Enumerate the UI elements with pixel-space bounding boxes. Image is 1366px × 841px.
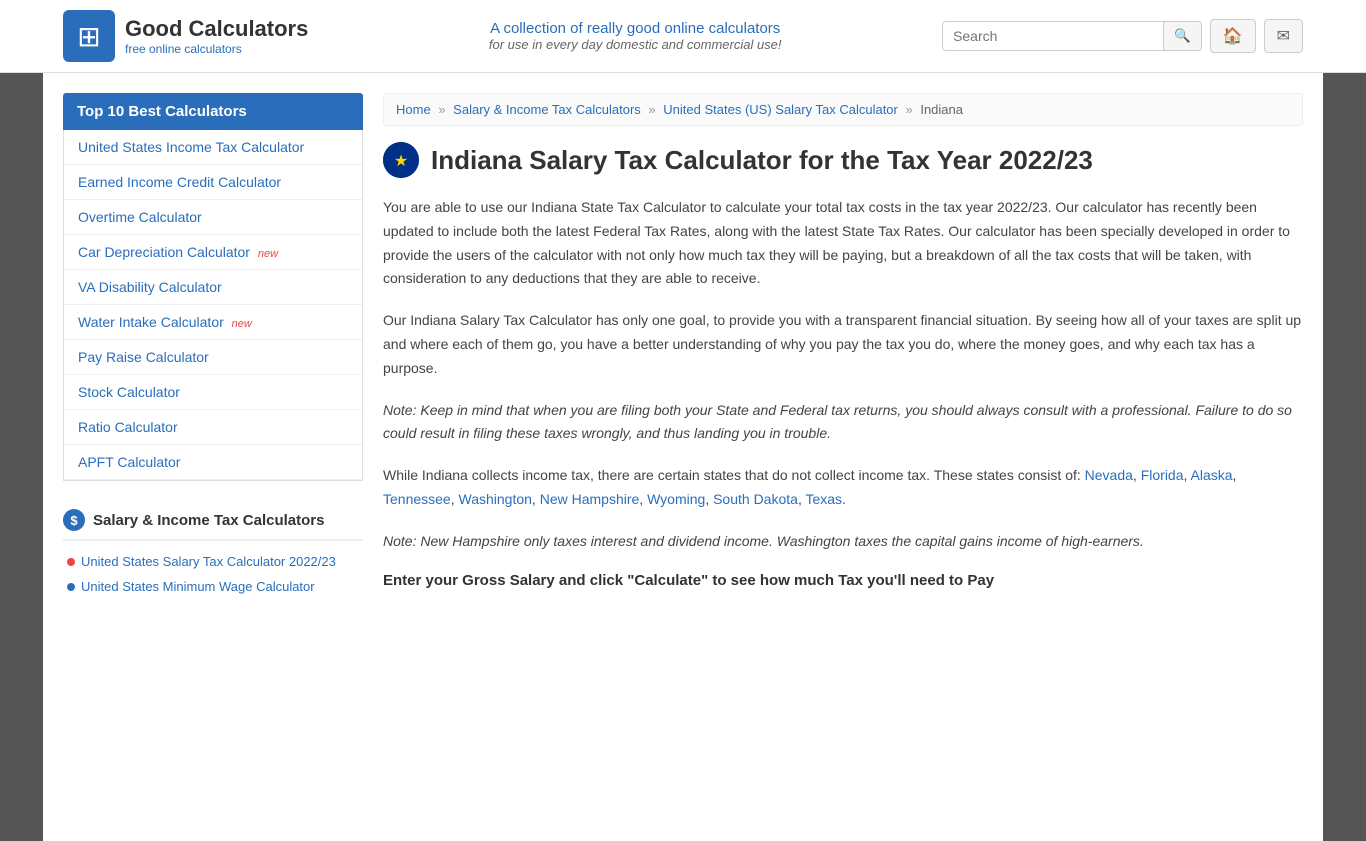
breadcrumb-sep-2: » xyxy=(648,102,655,117)
state-link-texas[interactable]: Texas xyxy=(805,491,842,507)
note2: Note: New Hampshire only taxes interest … xyxy=(383,530,1303,554)
page-title: Indiana Salary Tax Calculator for the Ta… xyxy=(431,145,1093,176)
logo-text: Good Calculators free online calculators xyxy=(125,16,308,56)
breadcrumb-us-salary[interactable]: United States (US) Salary Tax Calculator xyxy=(663,102,898,117)
sidebar-sublist: United States Salary Tax Calculator 2022… xyxy=(63,549,363,599)
para1: You are able to use our Indiana State Ta… xyxy=(383,196,1303,291)
breadcrumb-sep-1: » xyxy=(438,102,445,117)
sidebar-sublist-link-2[interactable]: United States Minimum Wage Calculator xyxy=(81,579,315,594)
sidebar-section2: $ Salary & Income Tax Calculators United… xyxy=(63,501,363,599)
logo-sub: free online calculators xyxy=(125,42,308,56)
list-item: United States Salary Tax Calculator 2022… xyxy=(63,549,363,574)
sidebar: Top 10 Best Calculators United States In… xyxy=(63,93,363,599)
search-button[interactable]: 🔍 xyxy=(1163,22,1201,50)
state-link-southdakota[interactable]: South Dakota xyxy=(713,491,798,507)
sidebar-item-va-disability[interactable]: VA Disability Calculator xyxy=(64,270,362,305)
sidebar-item-water-intake[interactable]: Water Intake Calculator new xyxy=(64,305,362,340)
state-link-tennessee[interactable]: Tennessee xyxy=(383,491,451,507)
sidebar-list: United States Income Tax Calculator Earn… xyxy=(63,130,363,481)
breadcrumb-salary[interactable]: Salary & Income Tax Calculators xyxy=(453,102,641,117)
tagline-sub: for use in every day domestic and commer… xyxy=(328,37,942,52)
sidebar-item-car-depreciation[interactable]: Car Depreciation Calculator new xyxy=(64,235,362,270)
home-button[interactable]: 🏠 xyxy=(1210,19,1256,53)
sidebar-sublist-link-1[interactable]: United States Salary Tax Calculator 2022… xyxy=(81,554,336,569)
sidebar-section2-title: $ Salary & Income Tax Calculators xyxy=(63,501,363,541)
state-link-alaska[interactable]: Alaska xyxy=(1191,467,1233,483)
logo-name: Good Calculators xyxy=(125,16,308,42)
search-box: 🔍 xyxy=(942,21,1202,51)
state-link-nevada[interactable]: Nevada xyxy=(1085,467,1133,483)
list-item: United States Minimum Wage Calculator xyxy=(63,574,363,599)
tagline-main: A collection of really good online calcu… xyxy=(328,20,942,37)
state-link-florida[interactable]: Florida xyxy=(1141,467,1184,483)
page-wrapper: Top 10 Best Calculators United States In… xyxy=(43,73,1323,841)
breadcrumb-current: Indiana xyxy=(920,102,963,117)
header-right: 🔍 🏠 ✉ xyxy=(942,19,1303,53)
sidebar-section-title: Top 10 Best Calculators xyxy=(63,93,363,130)
logo-icon: ⊞ xyxy=(63,10,115,62)
sidebar-item-earned-income[interactable]: Earned Income Credit Calculator xyxy=(64,165,362,200)
para3: While Indiana collects income tax, there… xyxy=(383,464,1303,512)
sidebar-item-apft[interactable]: APFT Calculator xyxy=(64,445,362,480)
enter-salary-title: Enter your Gross Salary and click "Calcu… xyxy=(383,572,1303,589)
state-flag-icon: ★ xyxy=(383,142,419,178)
para3-prefix: While Indiana collects income tax, there… xyxy=(383,467,1085,483)
dot-blue-icon xyxy=(67,583,75,591)
main-content: Home » Salary & Income Tax Calculators »… xyxy=(383,93,1303,599)
breadcrumb: Home » Salary & Income Tax Calculators »… xyxy=(383,93,1303,126)
breadcrumb-sep-3: » xyxy=(905,102,912,117)
sidebar-item-us-income-tax[interactable]: United States Income Tax Calculator xyxy=(64,130,362,165)
sidebar-item-stock[interactable]: Stock Calculator xyxy=(64,375,362,410)
sidebar-item-overtime[interactable]: Overtime Calculator xyxy=(64,200,362,235)
header: ⊞ Good Calculators free online calculato… xyxy=(0,0,1366,73)
content-area: Top 10 Best Calculators United States In… xyxy=(43,73,1323,619)
state-link-wyoming[interactable]: Wyoming xyxy=(647,491,705,507)
sidebar-item-pay-raise[interactable]: Pay Raise Calculator xyxy=(64,340,362,375)
note1: Note: Keep in mind that when you are fil… xyxy=(383,399,1303,447)
logo-area: ⊞ Good Calculators free online calculato… xyxy=(63,10,308,62)
mail-button[interactable]: ✉ xyxy=(1264,19,1303,53)
dollar-icon: $ xyxy=(63,509,85,531)
state-link-washington[interactable]: Washington xyxy=(459,491,532,507)
sidebar-item-ratio[interactable]: Ratio Calculator xyxy=(64,410,362,445)
para2: Our Indiana Salary Tax Calculator has on… xyxy=(383,309,1303,380)
new-badge: new xyxy=(258,248,278,260)
breadcrumb-home[interactable]: Home xyxy=(396,102,431,117)
svg-text:★: ★ xyxy=(394,153,408,170)
search-input[interactable] xyxy=(943,22,1163,50)
state-link-newhampshire[interactable]: New Hampshire xyxy=(540,491,640,507)
page-title-row: ★ Indiana Salary Tax Calculator for the … xyxy=(383,142,1303,178)
dot-red-icon xyxy=(67,558,75,566)
new-badge-water: new xyxy=(232,318,252,330)
tagline: A collection of really good online calcu… xyxy=(328,20,942,52)
